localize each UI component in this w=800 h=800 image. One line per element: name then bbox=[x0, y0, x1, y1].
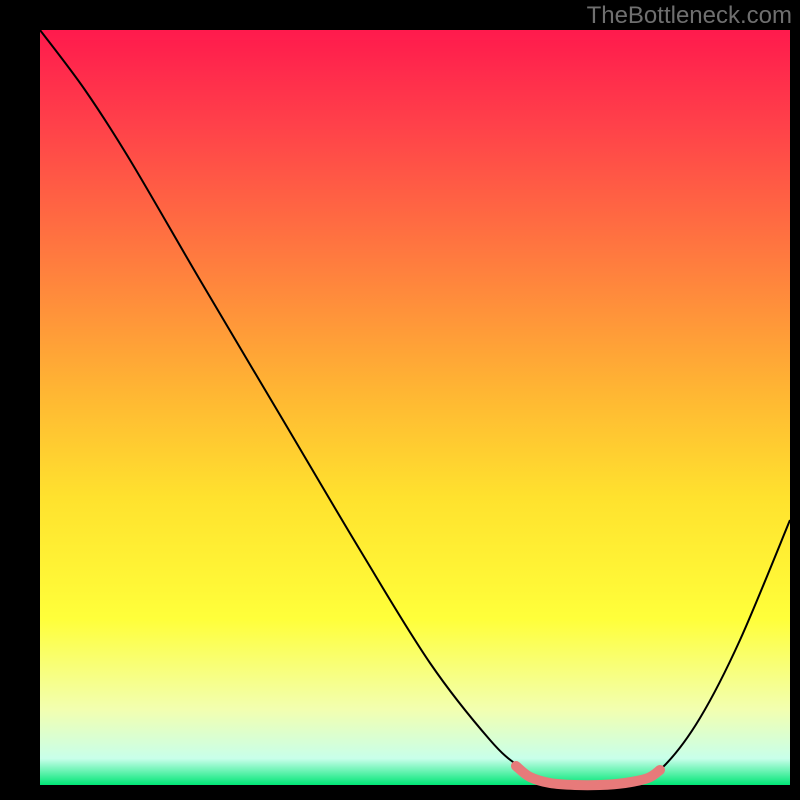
gradient-background bbox=[40, 30, 790, 785]
watermark-text: TheBottleneck.com bbox=[587, 2, 792, 30]
bottleneck-chart bbox=[0, 0, 800, 800]
chart-container: TheBottleneck.com bbox=[0, 0, 800, 800]
